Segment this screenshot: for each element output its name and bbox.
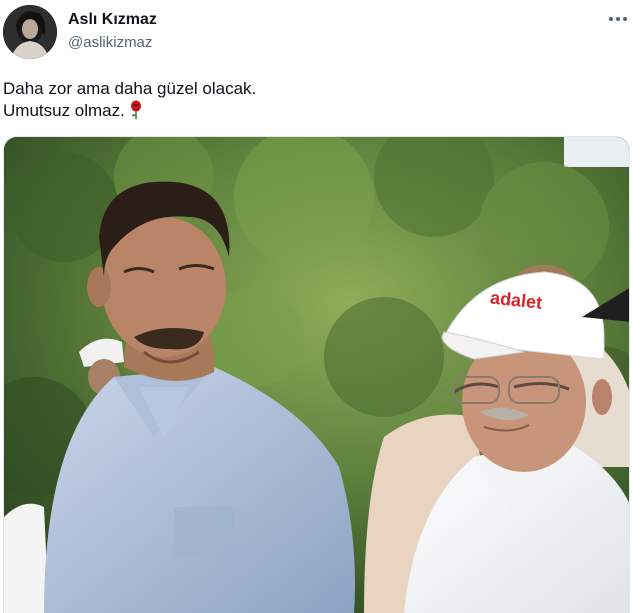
background-person-left bbox=[4, 503, 49, 613]
avatar-photo bbox=[3, 5, 57, 59]
avatar[interactable] bbox=[3, 5, 57, 59]
rose-emoji-icon bbox=[129, 100, 143, 120]
tweet-text-line-2-content: Umutsuz olmaz. bbox=[3, 101, 125, 120]
display-name[interactable]: Aslı Kızmaz bbox=[68, 11, 157, 29]
tweet-text: Daha zor ama daha güzel olacak. Umutsuz … bbox=[3, 78, 256, 122]
user-handle[interactable]: @aslikizmaz bbox=[68, 34, 152, 51]
more-horizontal-icon[interactable] bbox=[606, 9, 630, 29]
tweet-header: Aslı Kızmaz @aslikizmaz bbox=[0, 0, 640, 70]
tweet-text-line-1: Daha zor ama daha güzel olacak. bbox=[3, 79, 257, 98]
sky-patch bbox=[564, 137, 629, 167]
tweet-text-line-2: Umutsuz olmaz. bbox=[3, 100, 256, 122]
tweet-card: Aslı Kızmaz @aslikizmaz Daha zor ama dah… bbox=[0, 0, 640, 613]
photo-scene: adalet bbox=[4, 137, 629, 613]
tweet-photo[interactable]: adalet bbox=[3, 136, 630, 613]
